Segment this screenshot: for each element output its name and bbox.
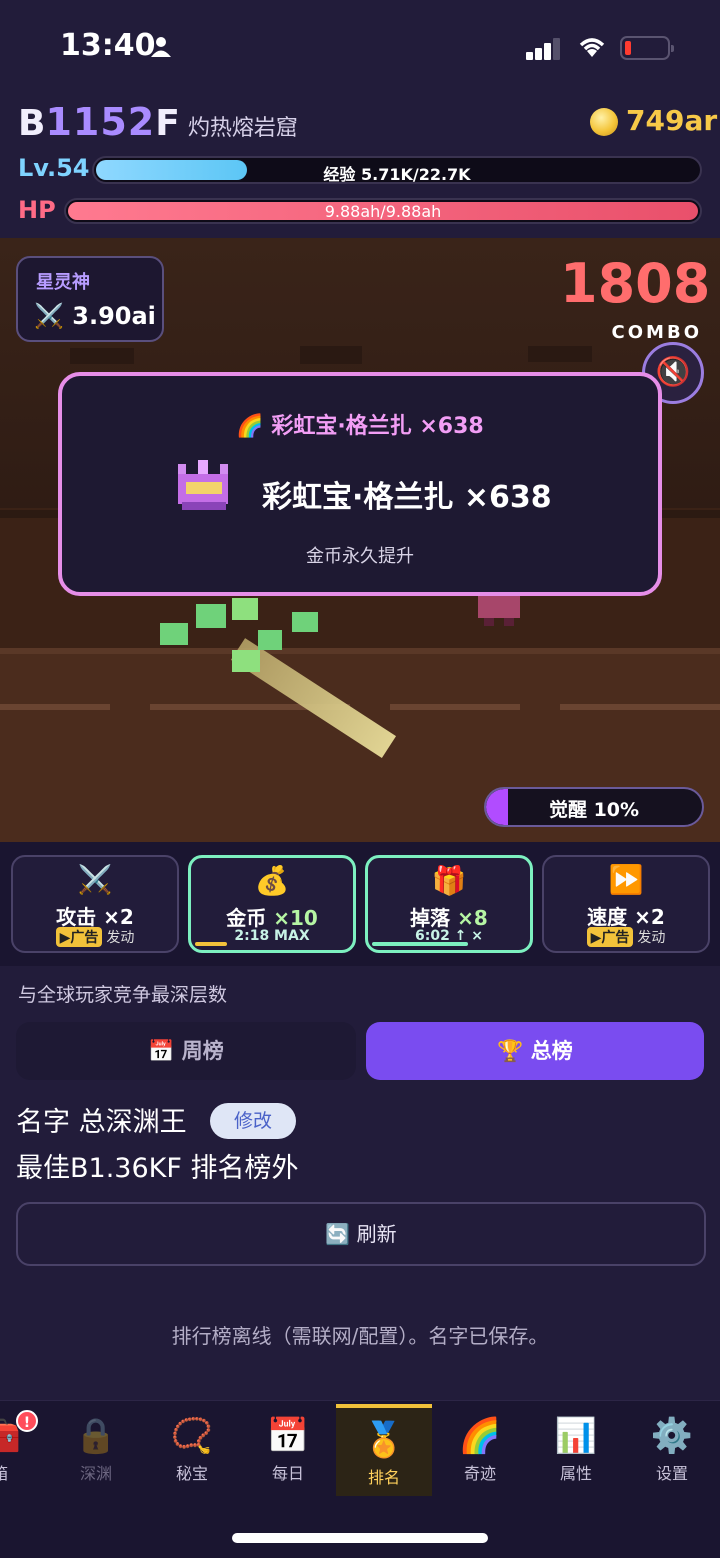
signal-icon [526,38,562,60]
gift-icon: 🎁 [431,864,467,897]
hero-attack: ⚔️ 3.90ai [34,302,156,330]
tab-overall[interactable]: 🏆 总榜 [366,1022,704,1080]
gear-icon: ⚙️ [650,1416,694,1456]
hp-bar: 9.88ah/9.88ah [64,198,702,224]
ad-badge: ▶广告 [55,927,103,947]
offline-note: 排行榜离线（需联网/配置）。名字已保存。 [171,1324,549,1348]
awaken-bar[interactable]: 觉醒 10% [484,787,704,827]
buff-row: ⚔️ 攻击 ×2 ▶广告 发动 💰 金币 ×10 2:18 MAX 🎁 掉落 ×8… [0,842,720,966]
person-icon [151,37,171,57]
rainbow-icon: 🌈 [458,1416,502,1456]
xp-bar: 经验 5.71K/22.7K [92,156,702,184]
ad-badge: ▶广告 [586,927,634,947]
wifi-icon [576,35,608,66]
buff-gold-button[interactable]: 💰 金币 ×10 2:18 MAX [188,855,356,953]
hero-name: 星灵神 [36,272,90,293]
tab-weekly[interactable]: 📅 周榜 [16,1022,356,1080]
location-name: 灼热熔岩窟 [187,116,298,141]
home-indicator[interactable] [232,1533,488,1543]
trophy-icon: 🏆 [497,1039,524,1063]
buff-progress [372,942,468,946]
battery-icon [620,36,674,60]
money-bag-icon: 💰 [254,864,290,897]
floor-indicator: B1152F 灼热熔岩窟 [18,100,298,144]
nav-item-abyss[interactable]: 🔒 深渊 [48,1404,144,1496]
combo-count: 1808 [560,252,711,315]
medal-icon: 🏅 [362,1420,406,1460]
calendar-icon: 📅 [148,1039,175,1063]
bar-chart-icon: 📊 [554,1416,598,1456]
crossed-swords-icon: ⚔️ [77,863,113,896]
xp-text: 经验 5.71K/22.7K [323,165,471,184]
hp-text: 9.88ah/9.88ah [324,202,442,221]
buff-drop-button[interactable]: 🎁 掉落 ×8 6:02 ↑ × [365,855,533,953]
popup-item-name: 彩虹宝·格兰扎 ×638 [262,480,552,515]
hp-label: HP [18,196,56,224]
gold-coin-icon [590,108,618,136]
lock-icon: 🔒 [74,1416,118,1456]
buff-speed-button[interactable]: ⏩ 速度 ×2 ▶广告 发动 [542,855,710,953]
nav-item-settings[interactable]: ⚙️ 设置 [624,1404,720,1496]
sword-icon: ⚔️ [34,302,64,330]
refresh-icon: 🔄 [325,1222,351,1246]
calendar-icon: 📅 [266,1416,310,1456]
ranking-description: 与全球玩家竞争最深层数 [18,984,228,1006]
crown-treasure-icon [178,460,228,510]
fast-forward-icon: ⏩ [608,863,644,896]
best-record: 最佳B1.36KF 排名榜外 [16,1153,299,1184]
notification-badge: ! [16,1410,38,1432]
gold-amount: 749ar [626,104,718,137]
nav-item-treasure[interactable]: 📿 秘宝 [144,1404,240,1496]
level-label: Lv.54 [18,154,90,182]
refresh-button[interactable]: 🔄 刷新 [16,1202,706,1266]
player-name: 名字 总深渊王 [16,1107,187,1138]
hero-card[interactable]: 星灵神 ⚔️ 3.90ai [16,256,164,342]
nav-item-stats[interactable]: 📊 属性 [528,1404,624,1496]
combo-label: COMBO [611,322,702,343]
buff-attack-button[interactable]: ⚔️ 攻击 ×2 ▶广告 发动 [11,855,179,953]
reward-popup[interactable]: 🌈 彩虹宝·格兰扎 ×638 彩虹宝·格兰扎 ×638 金币永久提升 [58,372,662,596]
mute-speaker-icon: 🔇 [655,355,691,388]
beads-icon: 📿 [170,1416,214,1456]
awaken-text: 觉醒 10% [548,799,640,821]
popup-effect: 金币永久提升 [306,546,414,567]
nav-item-miracle[interactable]: 🌈 奇迹 [432,1404,528,1496]
popup-title: 🌈 彩虹宝·格兰扎 ×638 [236,414,484,439]
edit-name-button[interactable]: 修改 [210,1103,296,1139]
buff-progress [195,942,227,946]
status-time: 13:40 [60,28,156,63]
nav-item-daily[interactable]: 📅 每日 [240,1404,336,1496]
nav-item-ranking[interactable]: 🏅 排名 [336,1404,432,1496]
rainbow-icon: 🌈 [236,414,264,439]
